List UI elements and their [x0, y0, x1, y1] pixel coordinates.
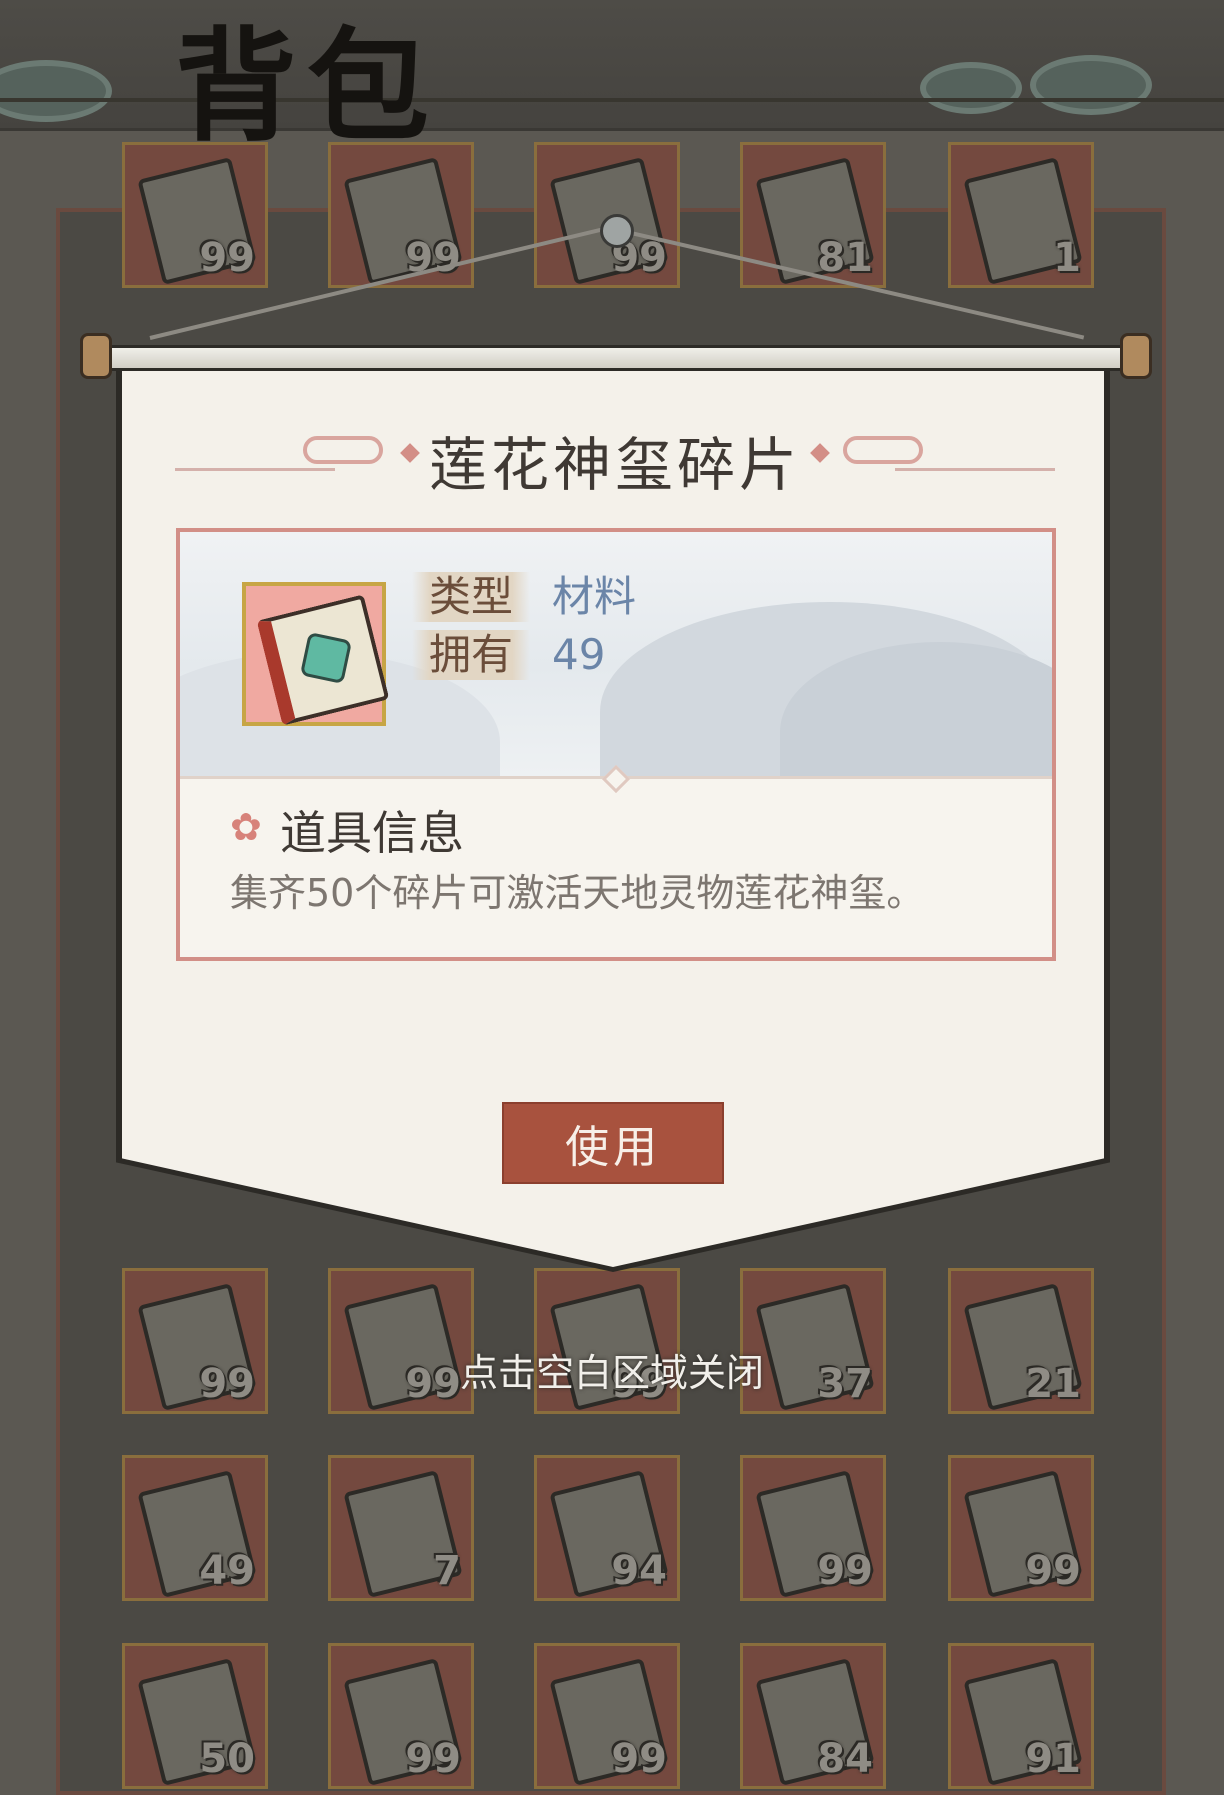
item-fragment-icon — [242, 582, 390, 726]
flower-icon: ✿ — [230, 805, 262, 849]
item-info-title: 道具信息 — [280, 806, 464, 860]
type-label: 类型 — [412, 572, 530, 622]
page-title: 背包 — [175, 14, 439, 158]
inventory-slot[interactable]: 99 — [534, 142, 680, 288]
item-count: 99 — [1025, 1548, 1081, 1594]
inventory-slot[interactable]: 99 — [122, 142, 268, 288]
item-name-title: 莲花神玺碎片 — [428, 431, 801, 499]
inventory-slot[interactable]: 81 — [740, 142, 886, 288]
type-value: 材料 — [552, 572, 637, 621]
title-divider-right — [895, 468, 1055, 471]
cloud-decoration — [1030, 55, 1152, 115]
item-count: 50 — [199, 1736, 255, 1782]
item-count: 99 — [405, 1736, 461, 1782]
item-count: 99 — [199, 235, 255, 281]
item-count: 84 — [817, 1736, 873, 1782]
owned-value: 49 — [552, 630, 606, 679]
item-count: 91 — [1025, 1736, 1081, 1782]
item-count: 99 — [817, 1548, 873, 1594]
item-count: 99 — [611, 1736, 667, 1782]
hanging-pin-icon — [600, 214, 634, 248]
seal-icon — [299, 631, 353, 685]
cloud-swirl-icon — [843, 436, 923, 464]
rod-cap-right — [1120, 333, 1152, 379]
rod-cap-left — [80, 333, 112, 379]
inventory-slot[interactable]: 99 — [328, 1643, 474, 1789]
inventory-slot[interactable]: 49 — [122, 1455, 268, 1601]
cloud-decoration — [920, 62, 1022, 114]
inventory-slot[interactable]: 1 — [948, 142, 1094, 288]
close-hint-text[interactable]: 点击空白区域关闭 — [0, 1342, 1224, 1397]
inventory-slot[interactable]: 99 — [534, 1643, 680, 1789]
inventory-slot[interactable]: 99 — [740, 1455, 886, 1601]
inventory-slot[interactable]: 7 — [328, 1455, 474, 1601]
owned-label: 拥有 — [412, 630, 530, 680]
item-count: 1 — [1053, 235, 1081, 281]
item-count: 49 — [199, 1548, 255, 1594]
inventory-slot[interactable]: 99 — [948, 1455, 1094, 1601]
cloud-decoration — [0, 60, 112, 122]
item-count: 7 — [433, 1548, 461, 1594]
item-info-box: 类型 材料 拥有 49 ✿ 道具信息 集齐50个碎片可激活天地灵物莲花神玺。 — [176, 528, 1056, 961]
inventory-slot[interactable]: 84 — [740, 1643, 886, 1789]
item-count: 81 — [817, 235, 873, 281]
use-button[interactable]: 使用 — [502, 1102, 724, 1184]
item-description: 集齐50个碎片可激活天地灵物莲花神玺。 — [230, 871, 925, 915]
inventory-slot[interactable]: 50 — [122, 1643, 268, 1789]
inventory-slot[interactable]: 91 — [948, 1643, 1094, 1789]
scroll-rod — [84, 345, 1148, 371]
item-count: 94 — [611, 1548, 667, 1594]
popup-title-row: 莲花神玺碎片 — [175, 418, 1055, 499]
header-bar: 背包 — [0, 0, 1224, 158]
inventory-slot[interactable]: 94 — [534, 1455, 680, 1601]
